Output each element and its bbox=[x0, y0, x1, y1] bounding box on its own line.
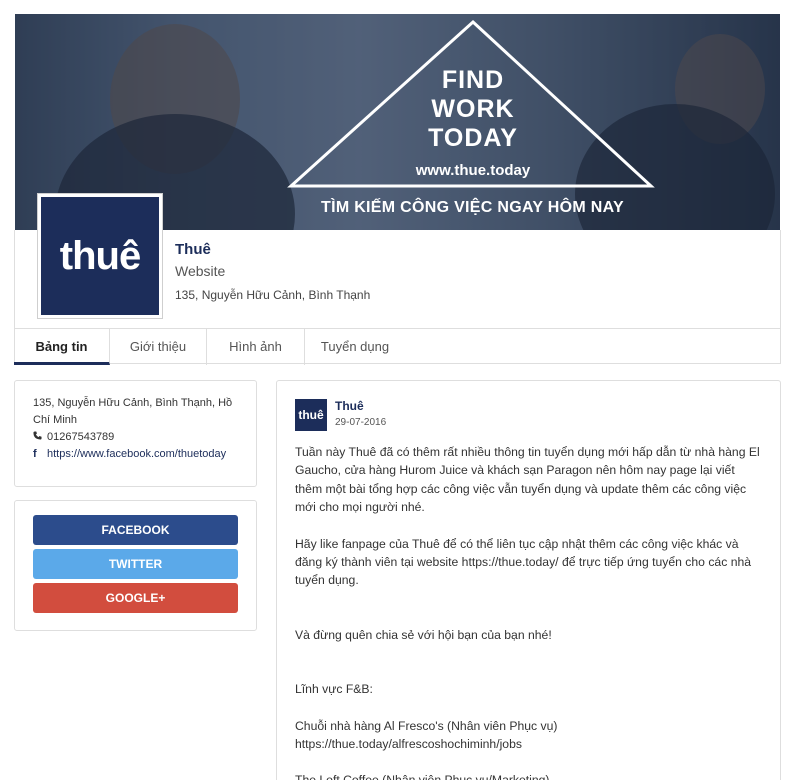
tab-photos[interactable]: Hình ảnh bbox=[207, 329, 305, 365]
tab-news[interactable]: Bảng tin bbox=[14, 329, 110, 365]
facebook-icon: f bbox=[33, 448, 37, 460]
post-date: 29-07-2016 bbox=[335, 417, 387, 428]
post-author[interactable]: Thuê bbox=[335, 399, 386, 413]
profile-name[interactable]: Thuê bbox=[175, 241, 211, 258]
post-paragraph: Và đừng quên chia sẻ với hội bạn của bạn… bbox=[295, 627, 552, 642]
info-address: 135, Nguyễn Hữu Cảnh, Bình Thạnh, Hồ Chí… bbox=[33, 397, 233, 426]
post-paragraph: Lĩnh vực F&B: bbox=[295, 682, 373, 697]
share-facebook-button[interactable]: FACEBOOK bbox=[33, 515, 238, 545]
info-address-row: 135, Nguyễn Hữu Cảnh, Bình Thạnh, Hồ Chí… bbox=[33, 395, 238, 429]
post-author-avatar[interactable]: thuê bbox=[295, 399, 327, 431]
post-paragraph: Hãy like fanpage của Thuê để có thể liên… bbox=[295, 536, 752, 588]
profile-address: 135, Nguyễn Hữu Cảnh, Bình Thạnh bbox=[175, 288, 371, 302]
profile-logo-text: thuê bbox=[41, 197, 159, 315]
post-link[interactable]: https://thue.today/alfrescoshochiminh/jo… bbox=[295, 735, 762, 753]
profile-tabs: Bảng tin Giới thiệu Hình ảnh Tuyển dụng bbox=[14, 328, 781, 365]
tab-about[interactable]: Giới thiệu bbox=[110, 329, 207, 365]
share-google-button[interactable]: GOOGLE+ bbox=[33, 583, 238, 613]
cover-url: www.thue.today bbox=[415, 162, 531, 179]
post-paragraph: Tuần này Thuê đã có thêm rất nhiều thông… bbox=[295, 445, 760, 515]
post-header: thuê Thuê 29-07-2016 bbox=[295, 399, 762, 431]
post-body: Tuần này Thuê đã có thêm rất nhiều thông… bbox=[295, 443, 762, 780]
post-card: thuê Thuê 29-07-2016 Tuần này Thuê đã có… bbox=[276, 380, 781, 780]
cover-headline: FIND WORK TODAY bbox=[413, 66, 533, 153]
info-facebook-link[interactable]: https://www.facebook.com/thuetoday bbox=[47, 446, 226, 463]
info-phone-row: 01267543789 bbox=[33, 429, 238, 446]
share-card: FACEBOOK TWITTER GOOGLE+ bbox=[14, 500, 257, 631]
cover-headline-line-1: FIND bbox=[441, 66, 505, 94]
contact-info-card: 135, Nguyễn Hữu Cảnh, Bình Thạnh, Hồ Chí… bbox=[14, 380, 257, 487]
cover-headline-line-2: WORK bbox=[431, 95, 515, 123]
post-paragraph: The Loft Coffee (Nhân viên Phục vụ/Marke… bbox=[295, 771, 762, 780]
tab-jobs[interactable]: Tuyển dụng bbox=[305, 329, 405, 365]
profile-logo[interactable]: thuê bbox=[37, 193, 163, 319]
info-facebook-row: f https://www.facebook.com/thuetoday bbox=[33, 446, 238, 463]
phone-icon bbox=[33, 429, 47, 446]
profile-type: Website bbox=[175, 263, 226, 279]
cover-tagline: TÌM KIẾM CÔNG VIỆC NGAY HÔM NAY bbox=[321, 199, 624, 216]
info-phone[interactable]: 01267543789 bbox=[47, 429, 114, 446]
post-meta: Thuê 29-07-2016 bbox=[335, 399, 386, 428]
post-paragraph: Chuỗi nhà hàng Al Fresco's (Nhân viên Ph… bbox=[295, 718, 558, 733]
cover-headline-line-3: TODAY bbox=[428, 124, 518, 152]
share-twitter-button[interactable]: TWITTER bbox=[33, 549, 238, 579]
